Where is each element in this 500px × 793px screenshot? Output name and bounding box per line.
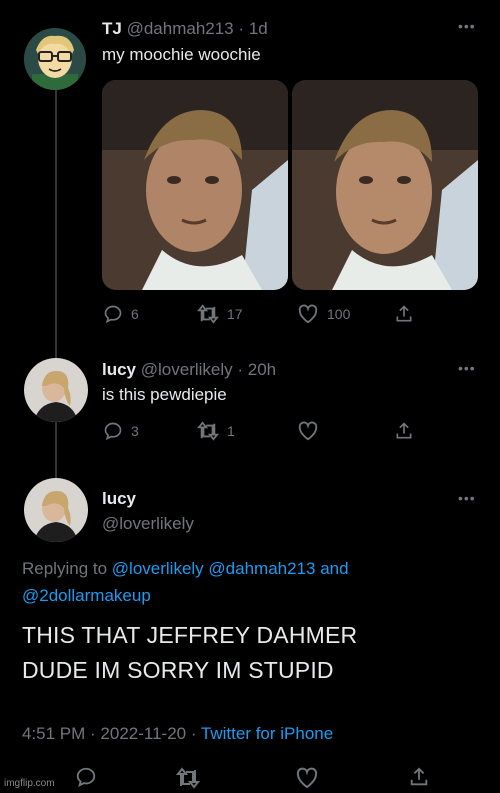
replying-to-label: Replying to [22,559,108,578]
reply-icon [104,422,122,441]
reply-icon [76,767,96,788]
heart-icon [298,304,318,324]
share-button[interactable] [394,304,414,324]
profile-photo-icon [24,478,88,542]
tweet-text-line-1: THIS THAT JEFFREY DAHMER [22,622,358,648]
avatar-lucy[interactable] [24,478,88,542]
mention-2dollarmakeup[interactable]: @2dollarmakeup [22,586,151,605]
portrait-photo-icon [102,80,288,290]
reply-count: 6 [131,306,139,322]
tweet-text: THIS THAT JEFFREY DAHMER DUDE IM SORRY I… [22,618,357,688]
share-button[interactable] [394,421,414,441]
share-icon [396,305,412,322]
mention-dahmah213[interactable]: @dahmah213 [208,559,315,578]
watermark: imgflip.com [4,778,55,789]
reply-button[interactable]: 6 [103,304,139,324]
retweet-button[interactable] [176,767,200,789]
mention-loverlikely[interactable]: @loverlikely [112,559,204,578]
avatar-tj[interactable] [24,28,86,90]
reply-count: 3 [131,423,139,439]
author-name[interactable]: TJ [102,19,122,38]
more-options-icon[interactable]: ••• [458,490,476,506]
retweet-icon [197,304,219,324]
reply-button[interactable]: 3 [103,421,139,441]
like-button[interactable] [297,421,319,441]
author-handle[interactable]: @loverlikely [102,514,194,534]
more-options-icon[interactable]: ••• [458,360,476,376]
tweet-text-line-2: DUDE IM SORRY IM STUPID [22,657,334,683]
like-button[interactable] [295,767,319,789]
reply-icon [104,305,122,324]
tweet-timestamp[interactable]: 4:51 PM · 2022-11-20 · [22,724,197,743]
share-icon [396,422,412,439]
share-icon [410,767,428,786]
tweet-text: is this pewdiepie [102,385,227,404]
retweet-button[interactable]: 1 [197,421,235,441]
profile-photo-icon [24,358,88,422]
like-button[interactable]: 100 [297,304,350,324]
author-handle[interactable]: @dahmah213 [127,19,234,38]
reply-button[interactable] [75,766,97,788]
tweet-photo-1[interactable] [102,80,288,290]
tweet-photo-2[interactable] [292,80,478,290]
heart-icon [296,767,318,789]
portrait-photo-icon [292,80,478,290]
tweet-source[interactable]: Twitter for iPhone [201,724,333,743]
retweet-button[interactable]: 17 [197,304,243,324]
retweet-count: 1 [227,423,235,439]
retweet-count: 17 [227,306,243,322]
tweet-time[interactable]: · 1d [238,19,267,38]
retweet-icon [197,421,219,441]
share-button[interactable] [408,766,430,788]
retweet-icon [176,767,200,789]
author-name[interactable]: lucy [102,489,136,509]
cartoon-avatar-icon [24,28,86,90]
author-name[interactable]: lucy [102,360,136,379]
mention-and[interactable]: and [320,559,348,578]
like-count: 100 [327,306,351,322]
replying-to: Replying to @loverlikely @dahmah213 and … [22,555,482,609]
tweet-text: my moochie woochie [102,45,261,64]
heart-icon [298,421,318,441]
author-handle[interactable]: @loverlikely [141,360,233,379]
tweet-time[interactable]: · 20h [237,360,276,379]
more-options-icon[interactable]: ••• [458,18,476,34]
avatar-lucy[interactable] [24,358,88,422]
